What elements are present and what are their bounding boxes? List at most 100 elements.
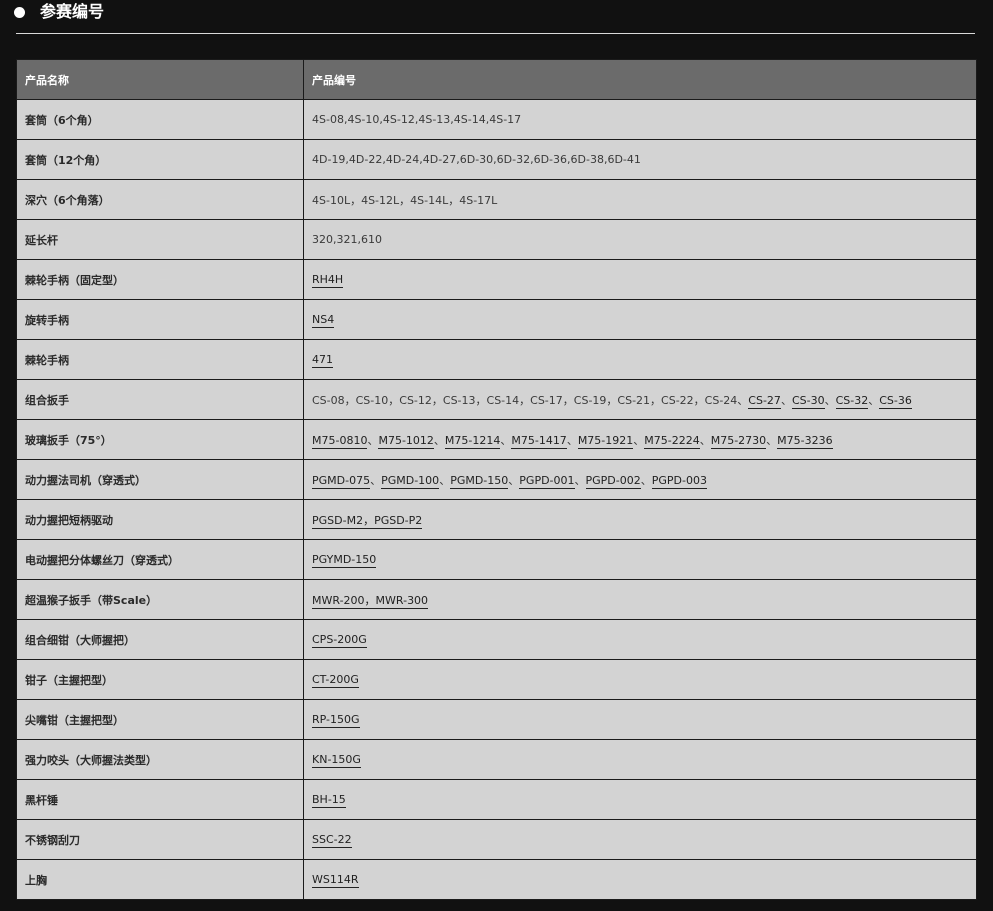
product-number-link[interactable]: M75-2730 <box>710 433 767 449</box>
table-row: 组合扳手 CS-08，CS-10，CS-12，CS-13，CS-14，CS-17，… <box>16 379 977 420</box>
table-row: 动力握把短柄驱动 PGSD-M2，PGSD-P2 <box>16 499 977 540</box>
product-number-cell: SSC-22 <box>303 819 977 860</box>
table-row: 深穴（6个角落） 4S-10L，4S-12L，4S-14L，4S-17L <box>16 179 977 220</box>
product-number-link[interactable]: PGMD-100 <box>381 473 440 489</box>
product-number-link[interactable]: PGPD-003 <box>651 473 707 489</box>
product-number-text: 、 <box>439 473 451 487</box>
product-number-link[interactable]: MWR-200，MWR-300 <box>312 593 429 609</box>
product-number-link[interactable]: PGPD-002 <box>585 473 641 489</box>
product-number-cell: BH-15 <box>303 779 977 820</box>
product-number-text: 、 <box>508 473 520 487</box>
product-number-cell: 4S-08,4S-10,4S-12,4S-13,4S-14,4S-17 <box>303 99 977 140</box>
table-row: 套筒（6个角） 4S-08,4S-10,4S-12,4S-13,4S-14,4S-… <box>16 99 977 140</box>
product-number-cell: 471 <box>303 339 977 380</box>
table-row: 不锈钢刮刀 SSC-22 <box>16 819 977 860</box>
product-number-text: 、 <box>566 433 578 447</box>
product-number-cell: RP-150G <box>303 699 977 740</box>
product-name-cell: 深穴（6个角落） <box>16 179 304 220</box>
product-number-cell: MWR-200，MWR-300 <box>303 579 977 620</box>
table-row: 强力咬头（大师握法类型） KN-150G <box>16 739 977 780</box>
product-number-link[interactable]: SSC-22 <box>312 833 352 848</box>
table-row: 尖嘴钳（主握把型） RP-150G <box>16 699 977 740</box>
product-number-link[interactable]: RP-150G <box>312 713 360 728</box>
product-number-link[interactable]: M75-1417 <box>511 433 567 449</box>
product-number-text: 、 <box>737 393 749 407</box>
product-number-cell: 320,321,610 <box>303 219 977 260</box>
section-title: 参赛编号 <box>40 2 105 21</box>
product-number-cell: WS114R <box>303 859 977 900</box>
bullet-dot-icon <box>14 7 25 18</box>
product-number-cell: NS4 <box>303 299 977 340</box>
product-number-cell: CS-08，CS-10，CS-12，CS-13，CS-14，CS-17，CS-1… <box>303 379 977 420</box>
product-number-link[interactable]: PGPD-001 <box>519 473 575 489</box>
product-number-link[interactable]: PGMD-075 <box>312 473 371 489</box>
product-number-text: 、 <box>699 433 711 447</box>
product-number-link[interactable]: CPS-200G <box>312 633 367 648</box>
product-number-text: 、 <box>868 393 880 407</box>
product-number-link[interactable]: CS-27 <box>748 393 781 409</box>
product-number-text: 、 <box>766 433 778 447</box>
product-number-cell: PGYMD-150 <box>303 539 977 580</box>
product-name-cell: 组合细钳（大师握把） <box>16 619 304 660</box>
product-number-text: 4S-10L，4S-12L，4S-14L，4S-17L <box>312 193 498 207</box>
product-number-link[interactable]: PGSD-M2，PGSD-P2 <box>312 513 423 529</box>
product-number-text: 4D-19,4D-22,4D-24,4D-27,6D-30,6D-32,6D-3… <box>312 153 641 166</box>
product-name-cell: 尖嘴钳（主握把型） <box>16 699 304 740</box>
product-number-link[interactable]: PGMD-150 <box>450 473 509 489</box>
product-number-link[interactable]: CS-36 <box>879 393 912 409</box>
product-number-text: 、 <box>433 433 445 447</box>
product-number-text: 320,321,610 <box>312 233 382 246</box>
product-number-link[interactable]: CS-30 <box>791 393 825 409</box>
table-row: 黑杆锤 BH-15 <box>16 779 977 820</box>
product-name-cell: 动力握把短柄驱动 <box>16 499 304 540</box>
product-number-cell: CPS-200G <box>303 619 977 660</box>
column-header-product-name: 产品名称 <box>16 59 304 100</box>
product-number-link[interactable]: RH4H <box>312 273 344 288</box>
product-name-cell: 组合扳手 <box>16 379 304 420</box>
product-name-cell: 旋转手柄 <box>16 299 304 340</box>
product-name-cell: 棘轮手柄 <box>16 339 304 380</box>
product-number-text: 、 <box>370 473 382 487</box>
product-number-link[interactable]: M75-1012 <box>378 433 434 449</box>
product-name-cell: 电动握把分体螺丝刀（穿透式） <box>16 539 304 580</box>
product-name-cell: 钳子（主握把型） <box>16 659 304 700</box>
product-number-link[interactable]: M75-1921 <box>577 433 634 449</box>
product-number-cell: KN-150G <box>303 739 977 780</box>
product-number-link[interactable]: WS114R <box>312 873 359 888</box>
table-row: 套筒（12个角） 4D-19,4D-22,4D-24,4D-27,6D-30,6D… <box>16 139 977 180</box>
product-number-link[interactable]: M75-1214 <box>444 433 501 449</box>
column-header-product-number: 产品编号 <box>303 59 977 100</box>
product-number-cell: PGSD-M2，PGSD-P2 <box>303 499 977 540</box>
product-number-link[interactable]: BH-15 <box>312 793 346 808</box>
product-number-link[interactable]: CT-200G <box>312 673 359 688</box>
product-number-link[interactable]: 471 <box>312 353 333 368</box>
table-row: 组合细钳（大师握把） CPS-200G <box>16 619 977 660</box>
product-number-link[interactable]: M75-3236 <box>777 433 833 449</box>
product-number-link[interactable]: M75-0810 <box>312 433 368 449</box>
product-number-text: CS-08，CS-10，CS-12，CS-13，CS-14，CS-17，CS-1… <box>312 393 738 407</box>
table-row: 超温猴子扳手（带Scale） MWR-200，MWR-300 <box>16 579 977 620</box>
product-name-cell: 强力咬头（大师握法类型） <box>16 739 304 780</box>
table-row: 钳子（主握把型） CT-200G <box>16 659 977 700</box>
product-number-text: 、 <box>574 473 586 487</box>
product-number-link[interactable]: PGYMD-150 <box>312 553 377 568</box>
product-number-text: 、 <box>367 433 379 447</box>
product-number-text: 、 <box>640 473 652 487</box>
product-number-cell: PGMD-075、PGMD-100、PGMD-150、PGPD-001、PGPD… <box>303 459 977 500</box>
product-name-cell: 上胸 <box>16 859 304 900</box>
table-row: 电动握把分体螺丝刀（穿透式） PGYMD-150 <box>16 539 977 580</box>
product-number-link[interactable]: KN-150G <box>312 753 361 768</box>
product-number-text: 、 <box>824 393 836 407</box>
product-name-cell: 超温猴子扳手（带Scale） <box>16 579 304 620</box>
product-number-cell: RH4H <box>303 259 977 300</box>
product-number-link[interactable]: CS-32 <box>835 393 869 409</box>
product-name-cell: 不锈钢刮刀 <box>16 819 304 860</box>
product-name-cell: 动力握法司机（穿透式） <box>16 459 304 500</box>
product-number-text: 、 <box>633 433 645 447</box>
table-row: 上胸 WS114R <box>16 859 977 900</box>
product-number-link[interactable]: M75-2224 <box>644 433 700 449</box>
product-number-text: 、 <box>780 393 792 407</box>
table-row: 棘轮手柄（固定型） RH4H <box>16 259 977 300</box>
table-row: 玻璃扳手（75°） M75-0810、M75-1012、M75-1214、M75-… <box>16 419 977 460</box>
product-number-link[interactable]: NS4 <box>312 313 335 328</box>
